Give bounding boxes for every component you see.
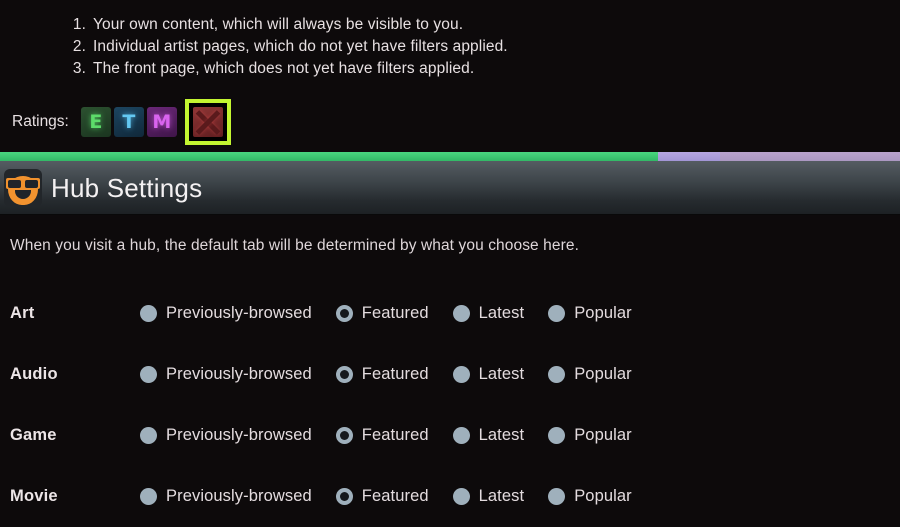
table-row: Audio Previously-browsed Featured Latest…	[10, 344, 900, 405]
ratings-filter-row: Ratings: E T M	[12, 99, 231, 145]
accent-bar-purple-segment	[720, 152, 900, 161]
radio-label: Featured	[361, 426, 429, 444]
radio-movie-latest[interactable]: Latest	[452, 487, 525, 506]
radio-game-popular[interactable]: Popular	[548, 426, 632, 445]
radio-art-latest[interactable]: Latest	[452, 304, 525, 323]
row-label-movie: Movie	[10, 487, 58, 505]
radio-movie-previously-browsed[interactable]: Previously-browsed	[140, 487, 312, 506]
table-row: Game Previously-browsed Featured Latest …	[10, 405, 900, 466]
rating-teen-icon[interactable]: T	[113, 107, 144, 137]
radio-label: Featured	[361, 365, 429, 383]
list-item-text: Your own content, which will always be v…	[93, 16, 464, 33]
table-row: Art Previously-browsed Featured Latest P…	[10, 283, 900, 344]
radio-indicator[interactable]	[140, 305, 157, 322]
row-label-audio: Audio	[10, 365, 58, 383]
radio-indicator-selected[interactable]	[335, 305, 353, 322]
list-item: 3. The front page, which does not yet ha…	[62, 58, 900, 80]
radio-indicator-selected[interactable]	[335, 488, 353, 505]
rating-icon-group: E T M	[80, 99, 231, 145]
radio-audio-latest[interactable]: Latest	[452, 365, 525, 384]
radio-label: Popular	[574, 426, 632, 444]
list-item-text: Individual artist pages, which do not ye…	[93, 38, 508, 55]
radio-indicator[interactable]	[452, 427, 470, 444]
sunglasses-shape	[6, 177, 40, 189]
radio-indicator[interactable]	[548, 427, 566, 444]
radio-indicator[interactable]	[548, 366, 566, 383]
radio-movie-featured[interactable]: Featured	[335, 487, 429, 506]
radio-label: Featured	[361, 487, 429, 505]
list-item: 2. Individual artist pages, which do not…	[62, 36, 900, 58]
radio-label: Previously-browsed	[166, 487, 312, 505]
hub-settings-body: When you visit a hub, the default tab wi…	[0, 215, 900, 527]
radio-indicator[interactable]	[140, 488, 157, 505]
radio-indicator[interactable]	[548, 305, 566, 322]
radio-label: Previously-browsed	[166, 304, 312, 322]
radio-indicator[interactable]	[548, 488, 566, 505]
list-item-text: The front page, which does not yet have …	[93, 60, 475, 77]
list-item-number: 2.	[72, 38, 86, 55]
radio-audio-featured[interactable]: Featured	[335, 365, 429, 384]
hub-settings-panel: Hub Settings When you visit a hub, the d…	[0, 152, 900, 527]
ratings-label: Ratings:	[12, 113, 69, 131]
table-row: Movie Previously-browsed Featured Latest…	[10, 466, 900, 527]
list-item-number: 1.	[72, 16, 86, 33]
radio-indicator-selected[interactable]	[335, 427, 353, 444]
radio-label: Popular	[574, 487, 632, 505]
list-item-number: 3.	[72, 60, 86, 77]
visibility-notice-list: 1. Your own content, which will always b…	[0, 0, 900, 80]
rating-adult-icon-highlighted[interactable]	[184, 99, 231, 145]
accent-bar	[0, 152, 900, 161]
sunglasses-face-icon	[4, 168, 42, 207]
radio-art-popular[interactable]: Popular	[548, 304, 632, 323]
radio-indicator[interactable]	[452, 488, 470, 505]
radio-label: Popular	[574, 304, 632, 322]
radio-movie-popular[interactable]: Popular	[548, 487, 632, 506]
radio-label: Latest	[478, 365, 525, 383]
radio-audio-popular[interactable]: Popular	[548, 365, 632, 384]
accent-bar-green-segment	[0, 152, 658, 161]
radio-game-featured[interactable]: Featured	[335, 426, 429, 445]
radio-label: Latest	[478, 304, 525, 322]
radio-indicator-selected[interactable]	[335, 366, 353, 383]
radio-indicator[interactable]	[140, 427, 157, 444]
rating-adult-icon	[192, 107, 223, 137]
radio-indicator[interactable]	[452, 366, 470, 383]
row-label-art: Art	[10, 304, 35, 322]
radio-game-latest[interactable]: Latest	[452, 426, 525, 445]
hub-settings-header: Hub Settings	[0, 161, 900, 215]
radio-label: Previously-browsed	[166, 426, 312, 444]
radio-game-previously-browsed[interactable]: Previously-browsed	[140, 426, 312, 445]
radio-label: Previously-browsed	[166, 365, 312, 383]
radio-label: Popular	[574, 365, 632, 383]
radio-art-previously-browsed[interactable]: Previously-browsed	[140, 304, 312, 323]
row-label-game: Game	[10, 426, 57, 444]
radio-art-featured[interactable]: Featured	[335, 304, 429, 323]
rating-mature-icon[interactable]: M	[146, 107, 177, 137]
radio-label: Featured	[361, 304, 429, 322]
page-title: Hub Settings	[51, 172, 203, 203]
accent-bar-purple-light-segment	[658, 152, 720, 161]
radio-label: Latest	[478, 426, 525, 444]
rating-everyone-icon[interactable]: E	[80, 107, 111, 137]
hub-settings-description: When you visit a hub, the default tab wi…	[10, 237, 580, 254]
list-item: 1. Your own content, which will always b…	[62, 14, 900, 36]
radio-indicator[interactable]	[140, 366, 157, 383]
radio-label: Latest	[478, 487, 525, 505]
radio-audio-previously-browsed[interactable]: Previously-browsed	[140, 365, 312, 384]
radio-indicator[interactable]	[452, 305, 470, 322]
